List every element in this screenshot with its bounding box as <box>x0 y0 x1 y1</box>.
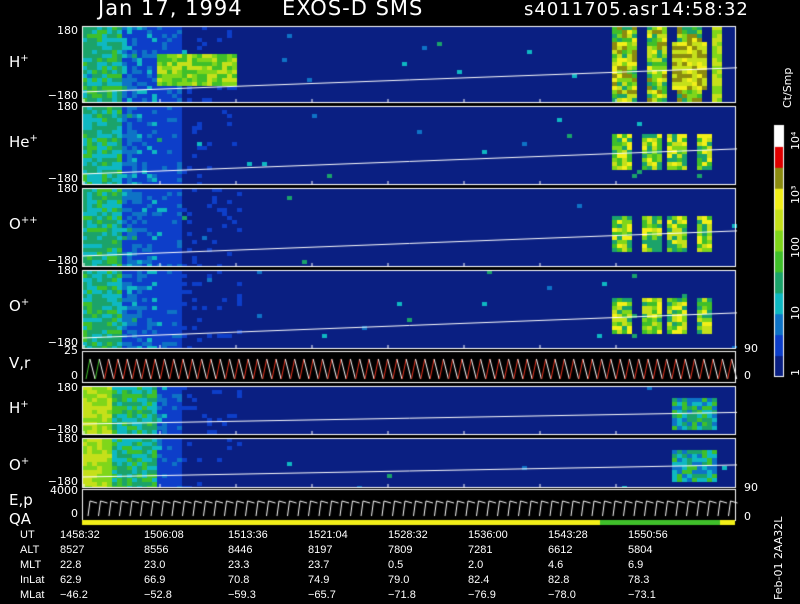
ephemeris-cell: 1513:36 <box>228 529 268 541</box>
ephemeris-cell: 62.9 <box>60 574 82 586</box>
panel-label-he-plus: He+ <box>9 133 38 151</box>
ephemeris-cell: 22.8 <box>60 559 82 571</box>
ephemeris-cell: −71.8 <box>388 589 416 601</box>
ephemeris-cell: 78.3 <box>628 574 650 586</box>
ephemeris-row: UT 1458:32 1506:08 1513:36 1521:04 1528:32 153… <box>0 529 800 544</box>
file-time: 14:58:32 <box>660 0 749 20</box>
ephemeris-cell: 70.8 <box>228 574 250 586</box>
ephemeris-cell: 1458:32 <box>60 529 100 541</box>
ytick-top: 180 <box>57 264 78 277</box>
ephemeris-cell: 6.9 <box>628 559 644 571</box>
ytick-top: 180 <box>57 432 78 445</box>
panel-label-h-plus-2: H+ <box>9 399 29 417</box>
ephemeris-cell: 8527 <box>60 544 85 556</box>
file-name: s4011705.asr <box>524 0 660 20</box>
ytick-top: 4000 <box>50 484 78 497</box>
ephemeris-cell: −46.2 <box>60 589 88 601</box>
colorbar-tick: 10 <box>789 306 800 320</box>
panel-label-h-plus-1: H+ <box>9 53 29 71</box>
panel-label-o-plus-1: O+ <box>9 297 30 315</box>
ephemeris-cell: 1521:04 <box>308 529 348 541</box>
ephemeris-cell: 8446 <box>228 544 253 556</box>
ephemeris-cell: 5804 <box>628 544 653 556</box>
ephemeris-cell: 1550:56 <box>628 529 668 541</box>
colorbar-tick: 100 <box>789 237 800 258</box>
ephemeris-cell: 66.9 <box>144 574 166 586</box>
ephemeris-cell: 1528:32 <box>388 529 428 541</box>
right-tick-vr-bottom: 0 <box>744 369 751 382</box>
colorbar-tick: 1 <box>789 369 800 376</box>
ephemeris-cell: 8197 <box>308 544 333 556</box>
ephemeris-cell: 0.5 <box>388 559 404 571</box>
ephemeris-row: InLat 62.9 66.9 70.8 74.9 79.0 82.4 82.8 78.3 <box>0 574 800 589</box>
ephemeris-row-label: MLT <box>20 559 42 571</box>
ephemeris-row-label: MLat <box>20 589 45 601</box>
panel-label-o-plus-plus: O++ <box>9 215 38 233</box>
ytick-top: 180 <box>57 182 78 195</box>
ephemeris-row: MLat −46.2 −52.8 −59.3 −65.7 −71.8 −76.9 −78.0 −… <box>0 589 800 604</box>
ephemeris-row-label: ALT <box>20 544 40 556</box>
ephemeris-cell: −78.0 <box>548 589 576 601</box>
colorbar-tick: 10³ <box>789 185 800 204</box>
ytick-top: 180 <box>57 381 78 394</box>
ephemeris-cell: −59.3 <box>228 589 256 601</box>
ephemeris-cell: 1543:28 <box>548 529 588 541</box>
ephemeris-cell: 23.7 <box>308 559 330 571</box>
ephemeris-row-label: InLat <box>20 574 45 586</box>
ephemeris-cell: −73.1 <box>628 589 656 601</box>
ephemeris-cell: 7809 <box>388 544 413 556</box>
ephemeris-cell: −65.7 <box>308 589 336 601</box>
spectrogram-canvas <box>0 0 800 600</box>
ephemeris-cell: 8556 <box>144 544 169 556</box>
right-tick-ep-bottom: 0 <box>744 510 751 523</box>
ephemeris-cell: 82.4 <box>468 574 490 586</box>
ephemeris-cell: 1506:08 <box>144 529 184 541</box>
plot-date: Jan 17, 1994 <box>98 0 243 20</box>
ephemeris-cell: 23.3 <box>228 559 250 571</box>
ephemeris-row-label: UT <box>20 529 35 541</box>
ephemeris-row: MLT 22.8 23.0 23.3 23.7 0.5 2.0 4.6 6.9 <box>0 559 800 574</box>
panel-label-vr: V,r <box>9 354 31 372</box>
ephemeris-cell: −76.9 <box>468 589 496 601</box>
colorbar-unit: Ct/Smp <box>781 67 794 108</box>
ephemeris-cell: 7281 <box>468 544 493 556</box>
ephemeris-cell: 1536:00 <box>468 529 508 541</box>
panel-label-qa: QA <box>9 510 32 528</box>
ephemeris-cell: 74.9 <box>308 574 330 586</box>
ytick-bottom: 0 <box>71 507 78 520</box>
ytick-top: 180 <box>57 100 78 113</box>
panel-label-o-plus-2: O+ <box>9 456 30 474</box>
ephemeris-cell: 79.0 <box>388 574 410 586</box>
right-tick-ep-top: 90 <box>744 481 758 494</box>
right-tick-vr-top: 90 <box>744 342 758 355</box>
colorbar-tick: 10⁴ <box>789 131 800 150</box>
ephemeris-cell: 4.6 <box>548 559 564 571</box>
ephemeris-cell: 82.8 <box>548 574 570 586</box>
ephemeris-cell: 6612 <box>548 544 573 556</box>
ephemeris-cell: −52.8 <box>144 589 172 601</box>
ephemeris-cell: 23.0 <box>144 559 166 571</box>
ephemeris-row: ALT 8527 8556 8446 8197 7809 7281 6612 5804 <box>0 544 800 559</box>
plot-mission: EXOS-D SMS <box>282 0 424 20</box>
ytick-top: 180 <box>57 24 78 37</box>
panel-label-ep: E,p <box>9 491 33 509</box>
ephemeris-cell: 2.0 <box>468 559 484 571</box>
ytick-top: 25 <box>64 344 78 357</box>
